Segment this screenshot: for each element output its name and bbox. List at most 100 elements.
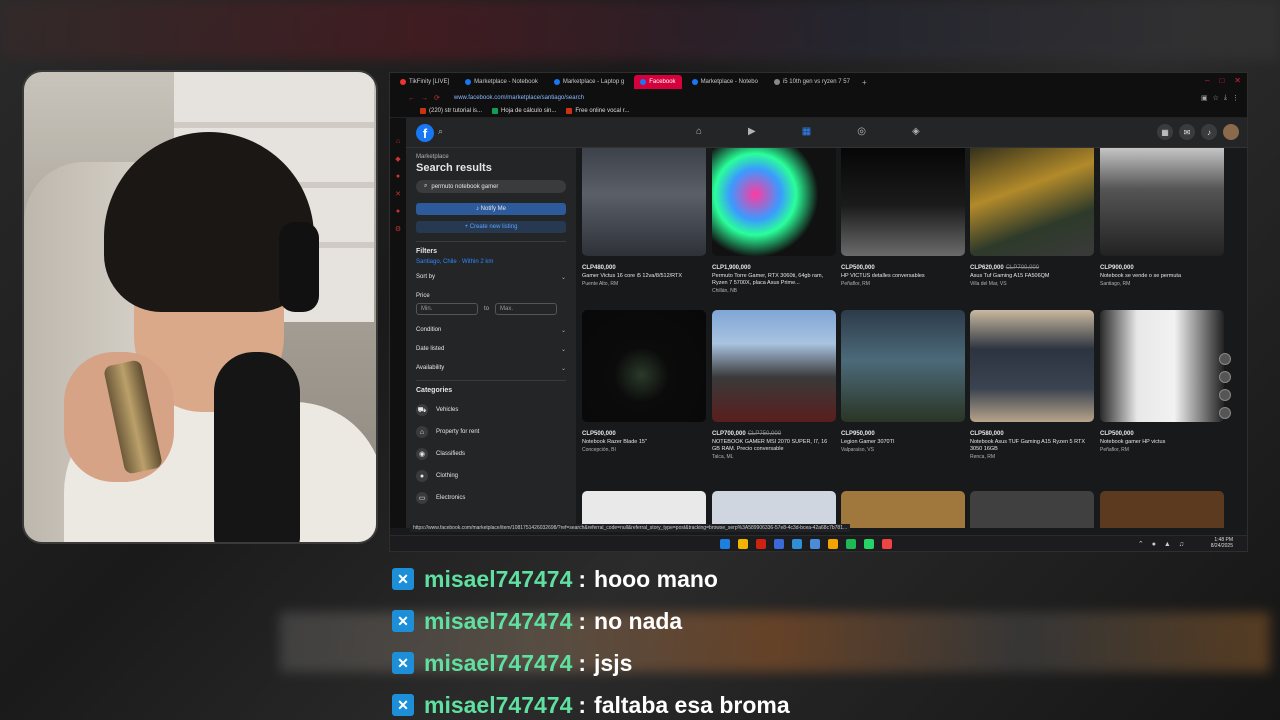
bookmark-side-icon[interactable]: ◆ [395, 155, 400, 163]
contact-avatar[interactable] [1219, 389, 1231, 401]
maximize-icon[interactable]: □ [1219, 76, 1224, 85]
listing-card-partial[interactable] [712, 491, 836, 528]
browser-tab[interactable]: Marketplace - Laptop g [548, 75, 630, 89]
listing-card[interactable]: CLP500,000 Notebook gamer HP victus Peñafl… [1100, 310, 1224, 453]
listing-card[interactable]: CLP500,000 Notebook Razer Blade 15" Concep… [582, 310, 706, 453]
availability-dropdown[interactable]: Availability ⌄ [416, 365, 566, 372]
listing-image[interactable] [1100, 491, 1224, 528]
bookmark-item[interactable]: Free online vocal r... [566, 108, 629, 114]
browser-tab[interactable]: i5 10th gen vs ryzen 7 57 [768, 75, 854, 89]
minimize-icon[interactable]: – [1205, 76, 1209, 85]
settings-icon[interactable]: ⚙ [395, 225, 401, 233]
bookmark-item[interactable]: (220) str tutorial is... [420, 108, 482, 114]
listing-image[interactable] [712, 148, 836, 256]
listing-image[interactable] [582, 310, 706, 422]
reload-icon[interactable]: ⟳ [434, 94, 440, 102]
listing-image[interactable] [1100, 310, 1224, 422]
listing-card[interactable]: CLP950,000 Legion Gamer 3070TI Valparaíso,… [841, 310, 965, 453]
app-icon[interactable] [882, 539, 892, 549]
app-icon[interactable] [828, 539, 838, 549]
listing-image[interactable] [582, 148, 706, 256]
notifications-icon[interactable]: ♪ [1201, 124, 1217, 140]
notify-me-button[interactable]: ♪ Notify Me [416, 203, 566, 215]
home-nav-icon[interactable]: ⌂ [696, 126, 702, 137]
listing-image[interactable] [841, 310, 965, 422]
start-icon[interactable] [720, 539, 730, 549]
search-input[interactable]: ⌕ permuto notebook gamer [416, 180, 566, 193]
min-price-input[interactable]: Min. [416, 303, 478, 315]
new-tab-icon[interactable]: + [862, 78, 867, 87]
listing-image[interactable] [970, 148, 1094, 256]
folder-icon[interactable] [738, 539, 748, 549]
listing-image[interactable] [841, 148, 965, 256]
marketplace-nav-icon[interactable]: ▦ [802, 126, 811, 137]
store-icon[interactable] [792, 539, 802, 549]
listing-card[interactable]: CLP480,000 Gamer Victus 16 core i5 12va/8… [582, 148, 706, 287]
star-icon[interactable]: ☆ [1213, 94, 1219, 102]
max-price-input[interactable]: Max. [495, 303, 558, 315]
listing-card[interactable]: CLP900,000 Notebook se vende o se permuta… [1100, 148, 1224, 287]
listing-image[interactable] [1100, 148, 1224, 256]
listing-card-partial[interactable] [841, 491, 965, 528]
listing-card-partial[interactable] [1100, 491, 1224, 528]
listing-image[interactable] [582, 491, 706, 528]
gaming-nav-icon[interactable]: ◈ [912, 126, 920, 137]
listing-image[interactable] [712, 491, 836, 528]
condition-dropdown[interactable]: Condition ⌄ [416, 327, 566, 334]
category-electronics[interactable]: ▭ Electronics [416, 492, 566, 504]
listing-image[interactable] [712, 310, 836, 422]
browser-tab[interactable]: Marketplace - Notebo [686, 75, 764, 89]
video-nav-icon[interactable]: ▶ [748, 126, 756, 137]
browser-tab[interactable]: Marketplace - Notebook [459, 75, 544, 89]
messenger-icon[interactable]: ✉ [1179, 124, 1195, 140]
listing-card[interactable]: CLP500,000 HP VICTUS detalles conversable… [841, 148, 965, 287]
listing-card[interactable]: CLP620,000 CLP700,000 Asus Tuf Gaming A15 … [970, 148, 1094, 287]
download-icon[interactable]: ⤓ [1224, 94, 1227, 102]
listing-card-partial[interactable] [970, 491, 1094, 528]
listing-card[interactable]: CLP1,900,000 Permuto Torre Gamer, RTX 306… [712, 148, 836, 294]
spotify-icon[interactable] [846, 539, 856, 549]
avatar[interactable] [1223, 124, 1239, 140]
category-classifieds[interactable]: ◉ Classifieds [416, 448, 566, 460]
create-listing-button[interactable]: + Create new listing [416, 221, 566, 233]
apps-grid-icon[interactable]: ▦ [1157, 124, 1173, 140]
facebook-logo-icon[interactable]: f [416, 124, 434, 142]
listing-image[interactable] [970, 491, 1094, 528]
groups-nav-icon[interactable]: ◎ [857, 126, 866, 137]
clock[interactable]: 1:48 PM 8/24/2025 [1211, 537, 1233, 549]
category-vehicles[interactable]: ⛟ Vehicles [416, 404, 566, 416]
menu-icon[interactable]: ⋮ [1232, 94, 1239, 102]
back-icon[interactable]: ← [408, 95, 415, 102]
category-clothing[interactable]: ● Clothing [416, 470, 566, 482]
listing-image[interactable] [841, 491, 965, 528]
browser-tab[interactable]: TikFinity [LIVE] [394, 75, 455, 89]
opera-icon[interactable] [756, 539, 766, 549]
extension-icon[interactable]: ▣ [1201, 94, 1208, 102]
listing-card[interactable]: CLP580,000 Notebook Asus TUF Gaming A15 R… [970, 310, 1094, 460]
forward-icon[interactable]: → [421, 95, 428, 102]
breadcrumb[interactable]: Marketplace [416, 154, 566, 160]
chrome-icon[interactable] [774, 539, 784, 549]
system-tray[interactable]: ⌃ ● ▲ ♫ [1138, 540, 1187, 548]
date-listed-dropdown[interactable]: Date listed ⌄ [416, 346, 566, 353]
whatsapp-icon[interactable]: ● [396, 208, 400, 215]
listing-image[interactable] [970, 310, 1094, 422]
contact-avatar[interactable] [1219, 407, 1231, 419]
home-icon[interactable]: ⌂ [396, 138, 400, 145]
contact-avatar[interactable] [1219, 371, 1231, 383]
category-property[interactable]: ⌂ Property for rent [416, 426, 566, 438]
search-icon[interactable]: ⌕ [438, 126, 443, 137]
messenger-side-icon[interactable]: ● [396, 173, 400, 180]
browser-tab-active[interactable]: Facebook [634, 75, 682, 89]
location-filter[interactable]: Santiago, Chile · Within 2 km [416, 259, 566, 265]
app-icon[interactable] [810, 539, 820, 549]
close-icon[interactable]: ✕ [1234, 76, 1241, 85]
x-icon[interactable]: ✕ [395, 190, 401, 198]
listing-card[interactable]: CLP700,000 CLP750,000 NOTEBOOK GAMER MSI 2… [712, 310, 836, 460]
bookmark-item[interactable]: Hoja de cálculo sin... [492, 108, 556, 114]
sort-by-dropdown[interactable]: Sort by ⌄ [416, 274, 566, 281]
url-field[interactable]: www.facebook.com/marketplace/santiago/se… [454, 95, 584, 101]
whatsapp-icon[interactable] [864, 539, 874, 549]
contact-avatar[interactable] [1219, 353, 1231, 365]
listing-card-partial[interactable] [582, 491, 706, 528]
